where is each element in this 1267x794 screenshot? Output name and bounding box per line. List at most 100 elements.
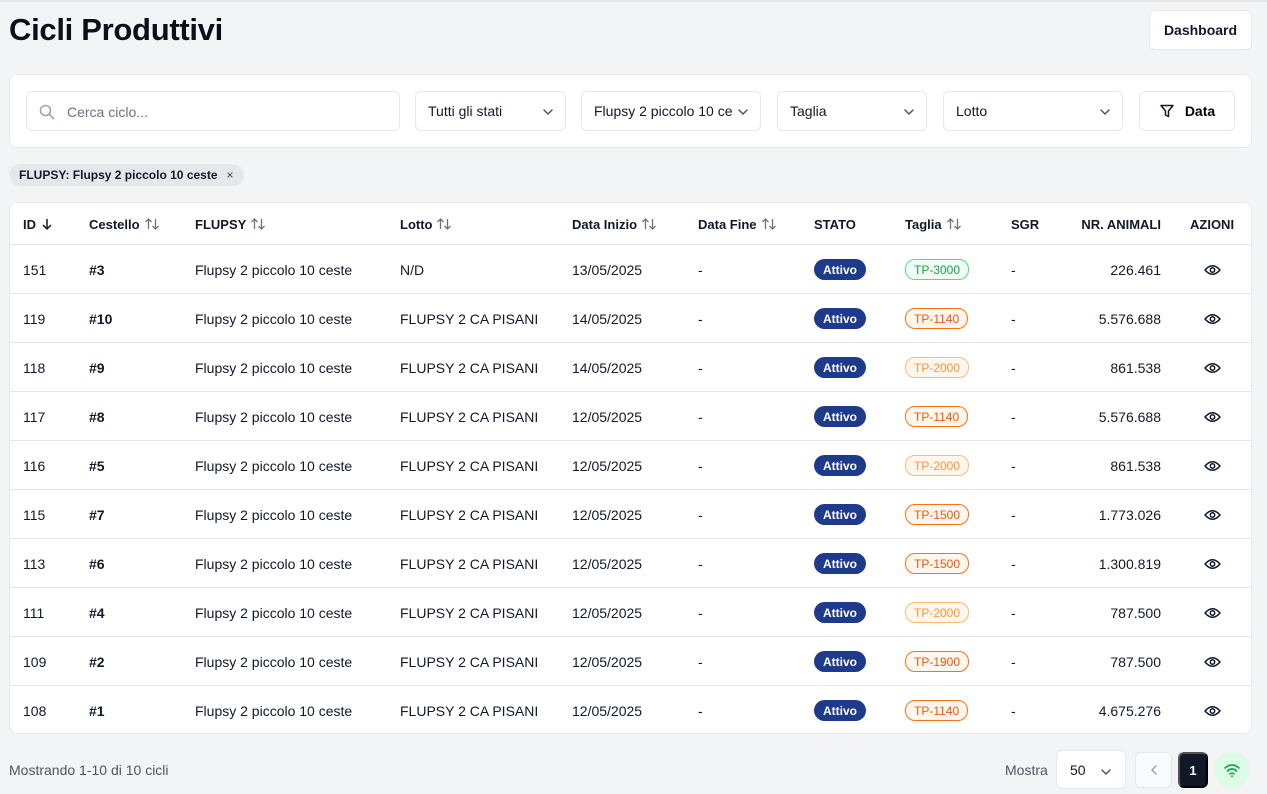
search-input[interactable]	[67, 101, 387, 123]
connection-status[interactable]	[1214, 752, 1250, 788]
chevron-down-icon	[543, 109, 553, 115]
cell-data-inizio: 12/05/2025	[572, 604, 643, 621]
table-row: 115 #7 Flupsy 2 piccolo 10 ceste FLUPSY 2 C…	[10, 490, 1251, 539]
cell-data-fine: -	[698, 506, 703, 523]
cell-flupsy: Flupsy 2 piccolo 10 ceste	[195, 261, 353, 278]
table-row: 111 #4 Flupsy 2 piccolo 10 ceste FLUPSY 2 C…	[10, 588, 1251, 637]
sort-icon	[642, 218, 656, 230]
cell-stato: Attivo	[814, 245, 866, 294]
col-data-fine[interactable]: Data Fine	[698, 203, 777, 245]
view-button[interactable]	[1204, 294, 1221, 343]
table-row: 113 #6 Flupsy 2 piccolo 10 ceste FLUPSY 2 C…	[10, 539, 1251, 588]
page-title: Cicli Produttivi	[9, 12, 223, 47]
sort-desc-icon	[42, 219, 52, 230]
status-badge: Attivo	[814, 259, 866, 280]
flupsy-select[interactable]: Flupsy 2 piccolo 10 ceste	[581, 91, 761, 131]
cell-lotto: FLUPSY 2 CA PISANI	[400, 359, 539, 376]
cell-cestello: #10	[89, 310, 113, 327]
dashboard-button[interactable]: Dashboard	[1149, 10, 1252, 50]
search-box[interactable]	[26, 91, 400, 131]
cell-cestello: #7	[89, 506, 105, 523]
cell-data-fine: -	[698, 310, 703, 327]
col-azioni: AZIONI	[1190, 203, 1234, 245]
view-button[interactable]	[1204, 539, 1221, 588]
sort-icon	[144, 218, 159, 230]
search-icon	[39, 104, 55, 120]
cell-lotto: FLUPSY 2 CA PISANI	[400, 555, 539, 572]
eye-icon	[1204, 264, 1221, 275]
cell-stato: Attivo	[814, 588, 866, 637]
cell-data-inizio: 12/05/2025	[572, 457, 643, 474]
date-filter-button[interactable]: Data	[1139, 91, 1235, 131]
cell-stato: Attivo	[814, 490, 866, 539]
cell-id: 115	[23, 506, 46, 523]
cell-id: 116	[23, 457, 46, 474]
cell-data-inizio: 12/05/2025	[572, 702, 643, 719]
view-button[interactable]	[1204, 343, 1221, 392]
col-flupsy-label: FLUPSY	[195, 216, 247, 232]
col-data-inizio[interactable]: Data Inizio	[572, 203, 657, 245]
view-button[interactable]	[1204, 588, 1221, 637]
taglia-select-value: Taglia	[790, 103, 827, 119]
status-badge: Attivo	[814, 308, 866, 329]
chevron-down-icon	[1101, 769, 1111, 775]
view-button[interactable]	[1204, 441, 1221, 490]
taglia-select[interactable]: Taglia	[777, 91, 927, 131]
view-button[interactable]	[1204, 245, 1221, 294]
cell-animali: 1.773.026	[1098, 506, 1161, 523]
col-taglia[interactable]: Taglia	[905, 203, 962, 245]
prev-page-button[interactable]	[1135, 752, 1172, 788]
cell-taglia: TP-1140	[905, 294, 969, 343]
size-badge: TP-1140	[905, 308, 969, 329]
cell-stato: Attivo	[814, 539, 866, 588]
col-lotto[interactable]: Lotto	[400, 203, 452, 245]
cell-taglia: TP-2000	[905, 343, 970, 392]
cell-taglia: TP-1500	[905, 539, 970, 588]
chevron-down-icon	[1100, 109, 1110, 115]
cell-data-fine: -	[698, 261, 703, 278]
cell-data-inizio: 14/05/2025	[572, 359, 643, 376]
table-row: 109 #2 Flupsy 2 piccolo 10 ceste FLUPSY 2 C…	[10, 637, 1251, 686]
cell-stato: Attivo	[814, 343, 866, 392]
cell-cestello: #1	[89, 702, 105, 719]
cell-stato: Attivo	[814, 294, 866, 343]
lotto-select[interactable]: Lotto	[943, 91, 1123, 131]
wifi-icon	[1224, 764, 1240, 778]
flupsy-select-value: Flupsy 2 piccolo 10 ceste	[594, 103, 732, 119]
view-button[interactable]	[1204, 686, 1221, 733]
cell-cestello: #4	[89, 604, 105, 621]
cell-id: 113	[23, 555, 46, 572]
view-button[interactable]	[1204, 490, 1221, 539]
status-badge: Attivo	[814, 504, 866, 525]
cell-stato: Attivo	[814, 686, 866, 733]
eye-icon	[1204, 558, 1221, 569]
per-page-value: 50	[1070, 761, 1086, 778]
size-badge: TP-2000	[905, 455, 970, 476]
size-badge: TP-3000	[905, 259, 970, 280]
col-sgr-label: SGR	[1011, 216, 1040, 232]
date-filter-label: Data	[1184, 103, 1216, 119]
col-id[interactable]: ID	[23, 203, 54, 245]
cell-lotto: FLUPSY 2 CA PISANI	[400, 408, 539, 425]
cell-data-fine: -	[698, 604, 703, 621]
status-select[interactable]: Tutti gli stati	[415, 91, 566, 131]
cell-sgr: -	[1011, 457, 1016, 474]
size-badge: TP-2000	[905, 357, 970, 378]
view-button[interactable]	[1204, 392, 1221, 441]
sort-icon	[761, 218, 776, 230]
col-flupsy[interactable]: FLUPSY	[195, 203, 266, 245]
page-1-button[interactable]: 1	[1178, 752, 1208, 788]
cell-lotto: FLUPSY 2 CA PISANI	[400, 653, 539, 670]
view-button[interactable]	[1204, 637, 1221, 686]
cell-id: 111	[23, 604, 45, 621]
per-page-select[interactable]: 50	[1056, 750, 1126, 789]
eye-icon	[1204, 656, 1221, 667]
cell-data-fine: -	[698, 457, 703, 474]
cell-sgr: -	[1011, 359, 1016, 376]
remove-filter-icon[interactable]: ×	[227, 168, 234, 182]
col-stato: STATO	[814, 203, 856, 245]
cell-lotto: FLUPSY 2 CA PISANI	[400, 310, 539, 327]
cell-animali: 861.538	[1110, 359, 1161, 376]
col-cestello[interactable]: Cestello	[89, 203, 160, 245]
table-row: 118 #9 Flupsy 2 piccolo 10 ceste FLUPSY 2 C…	[10, 343, 1251, 392]
